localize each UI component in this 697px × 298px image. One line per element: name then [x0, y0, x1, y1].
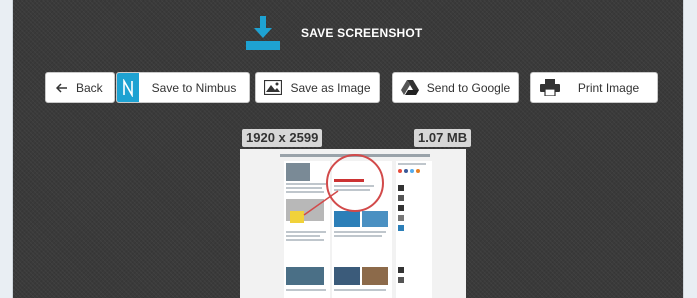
preview-text — [334, 289, 386, 291]
filesize-badge: 1.07 MB — [414, 129, 472, 147]
printer-icon — [540, 79, 560, 96]
preview-text — [286, 183, 326, 185]
preview-text — [286, 239, 324, 241]
preview-image — [286, 163, 310, 181]
back-label: Back — [76, 80, 103, 95]
preview-thumb — [398, 215, 404, 221]
preview-image — [362, 267, 388, 285]
annotation-arrow-icon — [303, 190, 339, 216]
send-to-google-button[interactable]: Send to Google — [392, 72, 519, 103]
preview-thumb — [398, 267, 404, 273]
image-label: Save as Image — [290, 80, 371, 95]
print-label: Print Image — [577, 80, 640, 95]
download-icon — [246, 16, 280, 50]
preview-text — [398, 163, 426, 165]
page-title: SAVE SCREENSHOT — [301, 26, 423, 40]
print-image-button[interactable]: Print Image — [530, 72, 658, 103]
image-icon — [264, 80, 282, 95]
preview-image — [286, 267, 324, 285]
preview-image — [362, 211, 388, 227]
back-button[interactable]: Back — [45, 72, 115, 103]
google-label: Send to Google — [426, 80, 511, 95]
preview-thumb — [398, 277, 404, 283]
preview-thumb — [398, 205, 404, 211]
preview-text — [334, 231, 386, 233]
preview-text — [286, 235, 320, 237]
preview-image — [334, 267, 360, 285]
nimbus-label: Save to Nimbus — [151, 80, 237, 95]
preview-social-dot — [416, 169, 420, 173]
dimensions-badge: 1920 x 2599 — [242, 129, 323, 147]
screenshot-preview[interactable] — [240, 149, 466, 298]
save-to-nimbus-button[interactable]: Save to Nimbus — [116, 72, 250, 103]
preview-social-dot — [410, 169, 414, 173]
preview-thumb — [398, 195, 404, 201]
preview-text — [286, 231, 326, 233]
preview-thumb — [398, 225, 404, 231]
screenshot-panel: SAVE SCREENSHOT Back Save to Nimbus Save… — [12, 0, 684, 298]
preview-social-dot — [404, 169, 408, 173]
preview-text — [286, 289, 326, 291]
save-as-image-button[interactable]: Save as Image — [255, 72, 380, 103]
header: SAVE SCREENSHOT — [246, 16, 422, 50]
preview-thumb — [398, 185, 404, 191]
nimbus-icon — [117, 73, 139, 102]
back-arrow-icon — [56, 82, 67, 93]
google-drive-icon — [401, 79, 419, 95]
preview-social-dot — [398, 169, 402, 173]
preview-text — [334, 235, 382, 237]
